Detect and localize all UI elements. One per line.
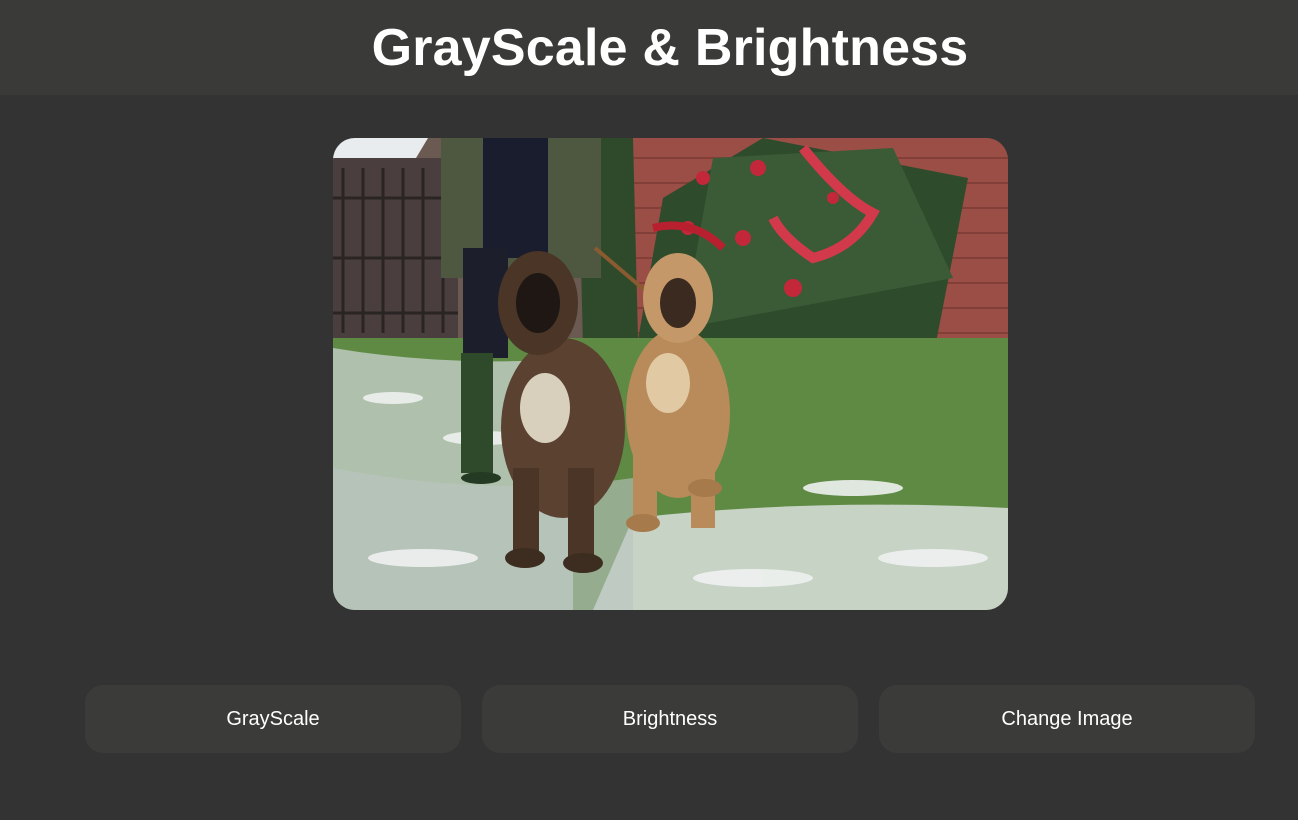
grayscale-button[interactable]: GrayScale [85, 685, 461, 753]
page-title: GrayScale & Brightness [371, 18, 969, 77]
app-header: GrayScale & Brightness [0, 0, 1298, 95]
brightness-button[interactable]: Brightness [482, 685, 858, 753]
change-image-button[interactable]: Change Image [879, 685, 1255, 753]
preview-image [333, 138, 1008, 610]
